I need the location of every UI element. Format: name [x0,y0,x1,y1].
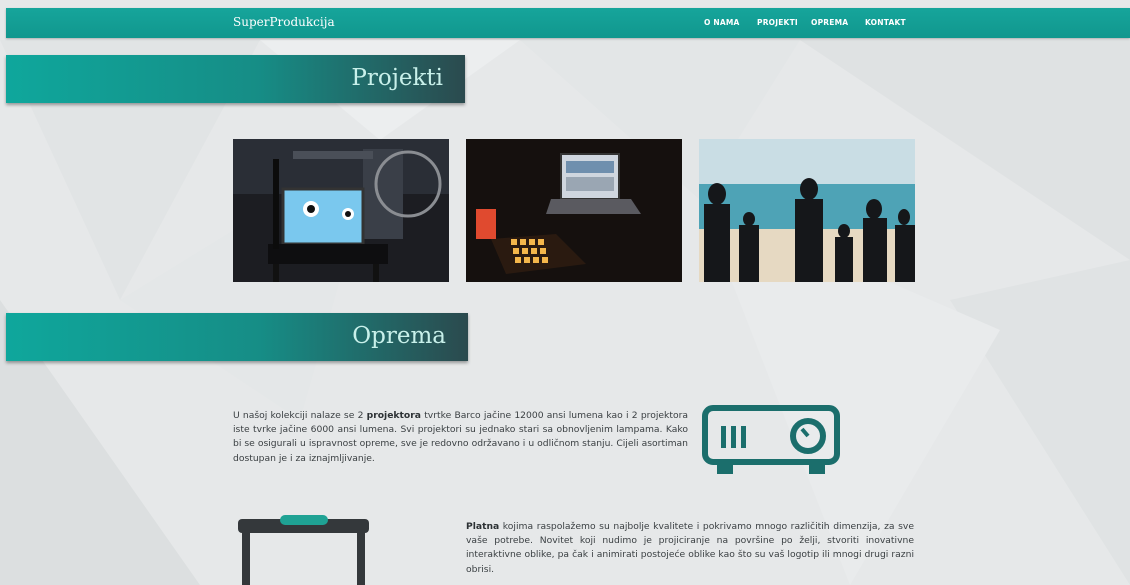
people-at-beach-projection-photo [699,139,915,282]
nav-item-kontakt[interactable]: KONTAKT [865,18,906,27]
screen-text-post: kojima raspolažemo su najbolje kvalitete… [466,521,914,575]
projector-text-pre: U našoj kolekciji nalaze se 2 [233,410,367,421]
projection-screen-icon [238,515,369,585]
dj-controller-photo [466,139,682,282]
nav-item-o-nama[interactable]: O NAMA [704,18,740,27]
equipment-section-banner: Oprema [6,313,468,361]
project-photo-1[interactable] [233,139,449,282]
project-photo-2[interactable] [466,139,682,282]
page-frame: SuperProdukcija O NAMA PROJEKTI OPREMA K… [6,0,1130,585]
projector-icon [702,405,840,474]
screen-description: Platna kojima raspolažemo su najbolje kv… [466,520,914,577]
screen-text-bold: Platna [466,521,500,532]
nav-item-oprema[interactable]: OPREMA [811,18,848,27]
project-photo-3[interactable] [699,139,915,282]
projector-text-bold: projektora [366,410,421,421]
equipment-title: Oprema [352,323,446,349]
nav-item-projekti[interactable]: PROJEKTI [757,18,798,27]
projects-title: Projekti [351,65,443,91]
laptop-on-chair-photo [233,139,449,282]
brand-logo[interactable]: SuperProdukcija [233,15,335,29]
projects-section-banner: Projekti [6,55,465,103]
projector-description: U našoj kolekciji nalaze se 2 projektora… [233,409,688,466]
top-navbar: SuperProdukcija O NAMA PROJEKTI OPREMA K… [6,8,1130,38]
